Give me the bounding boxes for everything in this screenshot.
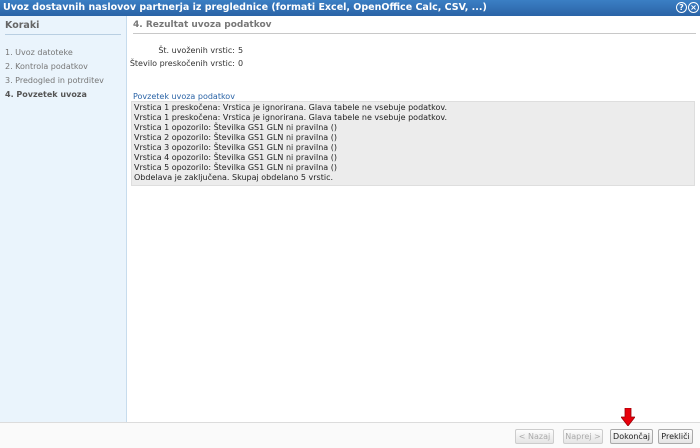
summary-line: Vrstica 4 opozorilo: Številka GS1 GLN ni… <box>134 153 337 162</box>
step-item-data-check: 2. Kontrola podatkov <box>5 62 88 71</box>
summary-label: Povzetek uvoza podatkov <box>133 92 235 101</box>
steps-sidebar: Koraki 1. Uvoz datoteke 2. Kontrola poda… <box>0 16 127 422</box>
window-titlebar: Uvoz dostavnih naslovov partnerja iz pre… <box>0 0 700 16</box>
skipped-rows-row: Število preskočenih vrstic: 0 <box>128 59 243 68</box>
finish-button[interactable]: Dokončaj <box>610 429 653 444</box>
summary-line: Vrstica 5 opozorilo: Številka GS1 GLN ni… <box>134 163 337 172</box>
summary-log: Vrstica 1 preskočena: Vrstica je ignorir… <box>131 101 695 186</box>
main-panel: 4. Rezultat uvoza podatkov Št. uvoženih … <box>128 16 700 422</box>
summary-line: Vrstica 1 preskočena: Vrstica je ignorir… <box>134 113 448 122</box>
summary-line: Vrstica 1 preskočena: Vrstica je ignorir… <box>134 103 448 112</box>
section-title: 4. Rezultat uvoza podatkov <box>133 18 696 34</box>
window-title: Uvoz dostavnih naslovov partnerja iz pre… <box>3 2 487 13</box>
imported-rows-row: Št. uvoženih vrstic: 5 <box>128 46 243 55</box>
summary-line: Obdelava je zaključena. Skupaj obdelano … <box>134 173 334 182</box>
next-button[interactable]: Naprej > <box>563 429 603 444</box>
skipped-rows-label: Število preskočenih vrstic: <box>129 59 235 68</box>
skipped-rows-value: 0 <box>238 59 244 68</box>
steps-list: 1. Uvoz datoteke 2. Kontrola podatkov 3.… <box>0 35 126 102</box>
step-item-summary: 4. Povzetek uvoza <box>5 90 87 99</box>
summary-line: Vrstica 1 opozorilo: Številka GS1 GLN ni… <box>134 123 337 132</box>
arrow-down-icon <box>621 408 635 426</box>
back-button[interactable]: < Nazaj <box>515 429 554 444</box>
cancel-button[interactable]: Prekliči <box>658 429 693 444</box>
close-icon[interactable]: × <box>688 2 699 13</box>
summary-line: Vrstica 2 opozorilo: Številka GS1 GLN ni… <box>134 133 337 142</box>
imported-rows-label: Št. uvoženih vrstic: <box>158 46 235 55</box>
wizard-footer: < Nazaj Naprej > Dokončaj Prekliči <box>0 422 700 448</box>
help-icon[interactable]: ? <box>676 2 687 13</box>
summary-line: Vrstica 3 opozorilo: Številka GS1 GLN ni… <box>134 143 337 152</box>
step-item-preview: 3. Predogled in potrditev <box>5 76 104 85</box>
imported-rows-value: 5 <box>238 46 244 55</box>
sidebar-header: Koraki <box>5 18 121 35</box>
step-item-import-file: 1. Uvoz datoteke <box>5 48 73 57</box>
